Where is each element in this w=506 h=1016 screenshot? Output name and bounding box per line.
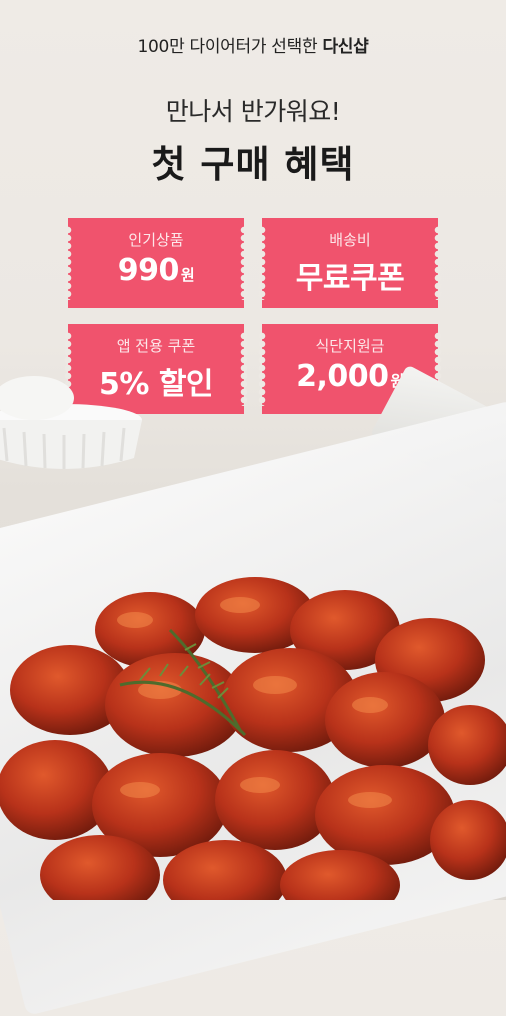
coupon-label: 배송비 [329,231,371,249]
brand-name: 다신샵 [322,37,369,57]
coupon-value: 990 [117,253,180,288]
coupon-popular-item[interactable]: 인기상품 990 원 [64,218,248,308]
coupon-value: 무료쿠폰 [295,261,405,296]
ramekin-icon [0,376,142,469]
coupon-unit: 원 [180,266,195,284]
greeting: 만나서 반가워요! [165,97,341,126]
tagline-prefix: 100만 다이어터가 선택한 [137,37,318,57]
coupon-value: 2,000 [296,359,389,394]
coupon-label: 식단지원금 [315,337,385,355]
page-title: 첫 구매 혜택 [151,143,355,186]
glazed-fried-chicken-icon [0,577,506,900]
coupon-label: 앱 전용 쿠폰 [116,337,196,355]
coupon-free-shipping[interactable]: 배송비 무료쿠폰 [258,218,442,308]
tagline: 100만 다이어터가 선택한 다신샵 [0,32,506,57]
coupon-label: 인기상품 [128,231,184,249]
